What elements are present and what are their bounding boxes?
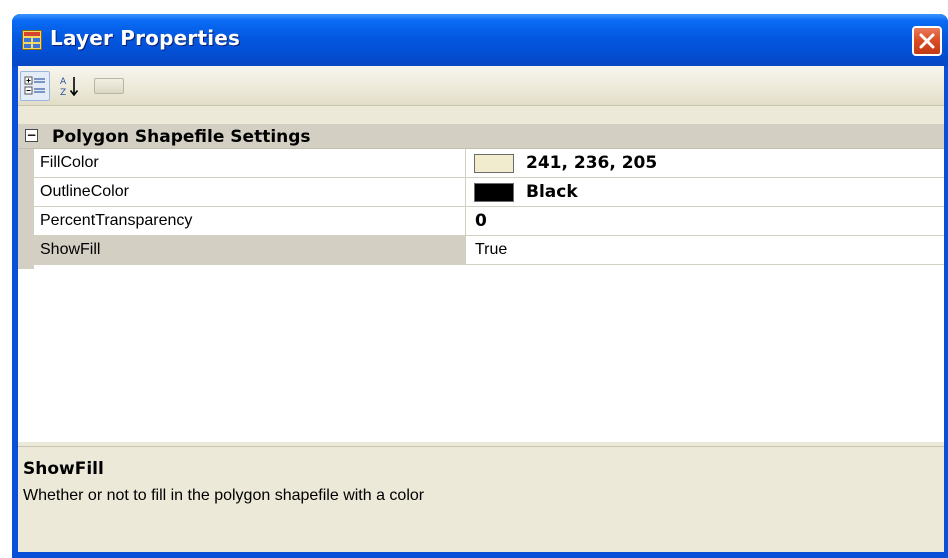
property-value-cell[interactable]: 0 — [467, 207, 944, 235]
category-row[interactable]: − Polygon Shapefile Settings — [18, 124, 944, 149]
property-value: 241, 236, 205 — [526, 153, 658, 173]
property-row-percenttransparency[interactable]: PercentTransparency 0 — [34, 207, 944, 236]
property-row-outlinecolor[interactable]: OutlineColor Black — [34, 178, 944, 207]
property-name: PercentTransparency — [34, 207, 466, 235]
property-value: 0 — [475, 211, 487, 231]
property-value-cell[interactable]: Black — [467, 178, 944, 206]
color-swatch — [474, 183, 514, 202]
categorized-view-button[interactable] — [20, 71, 50, 101]
category-label: Polygon Shapefile Settings — [52, 127, 311, 147]
close-button[interactable] — [912, 26, 942, 56]
color-swatch — [474, 154, 514, 173]
alphabetical-sort-icon: A Z — [60, 77, 79, 98]
property-name: OutlineColor — [34, 178, 466, 206]
alphabetical-sort-button[interactable]: A Z — [56, 71, 86, 101]
property-value: True — [475, 241, 508, 258]
collapse-toggle-icon[interactable]: − — [25, 129, 38, 142]
help-description: Whether or not to fill in the polygon sh… — [23, 487, 425, 504]
window-client-area: A Z − Polygon Shapefile Settings FillCol… — [18, 66, 944, 552]
property-name: FillColor — [34, 149, 466, 177]
property-pages-button[interactable] — [94, 78, 124, 94]
help-pane: ShowFill Whether or not to fill in the p… — [18, 446, 944, 552]
svg-text:A: A — [60, 77, 67, 87]
grid-margin-strip — [18, 149, 34, 269]
svg-text:Z: Z — [60, 88, 66, 98]
property-value: Black — [526, 182, 578, 202]
property-value-cell[interactable]: True — [467, 236, 944, 264]
property-grid-app-icon — [22, 30, 42, 50]
title-bar[interactable]: Layer Properties — [12, 14, 948, 66]
help-title: ShowFill — [23, 459, 104, 479]
categorized-view-icon — [24, 76, 45, 95]
property-grid: − Polygon Shapefile Settings FillColor 2… — [18, 124, 944, 442]
window-title: Layer Properties — [50, 26, 241, 50]
layer-properties-window: Layer Properties A Z − Polygon Shapefile… — [12, 14, 948, 558]
property-value-cell[interactable]: 241, 236, 205 — [467, 149, 944, 177]
property-row-fillcolor[interactable]: FillColor 241, 236, 205 — [34, 149, 944, 178]
property-grid-toolbar: A Z — [18, 66, 944, 106]
property-name: ShowFill — [34, 236, 466, 264]
close-icon — [919, 33, 935, 49]
property-row-showfill[interactable]: ShowFill True — [34, 236, 944, 265]
